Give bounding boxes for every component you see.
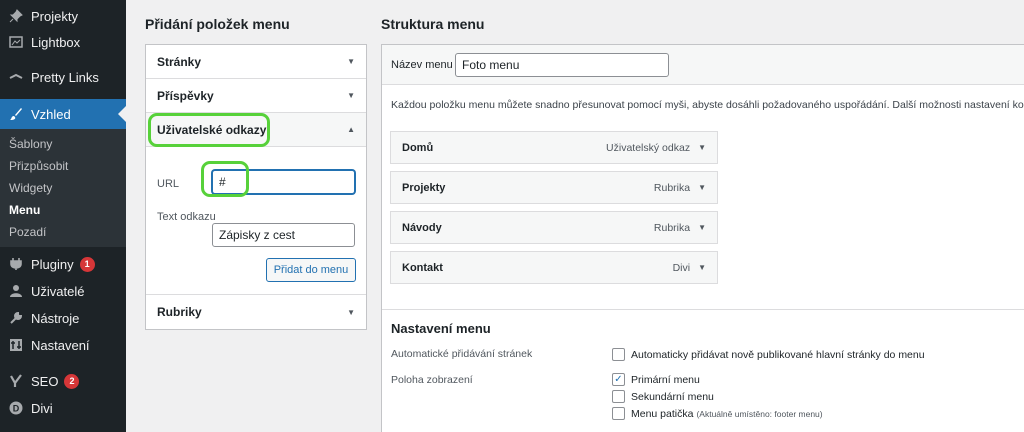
caret-up-icon: ▲ [347,125,355,134]
sidebar-item-label: Pretty Links [31,69,99,85]
accordion-rubriky[interactable]: Rubriky ▼ [146,295,366,329]
location-text: Sekundární menu [631,390,714,403]
yoast-icon [8,373,24,389]
sidebar-item-label: Lightbox [31,34,81,50]
sidebar-item-nastaveni[interactable]: Nastavení [0,332,126,358]
menu-name-input[interactable]: Foto menu [455,53,669,77]
sidebar-item-label: Divi [31,400,53,416]
submenu-prizpusobit[interactable]: Přizpůsobit [0,155,126,177]
sidebar-item-lightbox[interactable]: Lightbox [0,29,126,55]
accordion-title: Uživatelské odkazy [157,122,267,137]
submenu-menu[interactable]: Menu [0,199,126,221]
menu-item-projekty[interactable]: Projekty Rubrika ▼ [390,171,718,204]
sidebar-item-uzivatele[interactable]: Uživatelé [0,278,126,304]
menu-structure-heading: Struktura menu [381,16,485,32]
menu-structure-panel: Název menu Foto menu Každou položku menu… [381,44,1024,432]
menu-item-type: Uživatelský odkaz [606,141,691,154]
star-link-icon [8,69,24,85]
menu-items-accordion: Stránky ▼ Příspěvky ▼ Uživatelské odkazy… [145,44,367,330]
menu-item-title: Kontakt [402,261,443,274]
sidebar-item-projekty[interactable]: Projekty [0,3,126,29]
accordion-title: Rubriky [157,305,202,319]
caret-down-icon[interactable]: ▼ [698,183,706,192]
caret-down-icon[interactable]: ▼ [698,223,706,232]
auto-add-checkbox[interactable] [612,348,625,361]
accordion-title: Příspěvky [157,88,214,103]
update-count-badge: 1 [79,256,95,272]
location-primary[interactable]: ✓ Primární menu [612,373,700,386]
sidebar-item-label: Nastavení [31,337,90,353]
menu-settings-heading: Nastavení menu [391,321,491,336]
sidebar-submenu: Šablony Přizpůsobit Widgety Menu Pozadí [0,129,126,247]
location-label: Poloha zobrazení [391,374,473,386]
sidebar-item-label: Nástroje [31,310,80,326]
sidebar-item-label: Projekty [31,8,78,24]
sidebar-item-label: SEO [31,373,59,389]
sidebar-item-seo[interactable]: SEO 2 [0,368,126,394]
accordion-prispevky[interactable]: Příspěvky ▼ [146,79,366,113]
sidebar-item-divi[interactable]: D Divi [0,395,126,421]
submenu-sablony[interactable]: Šablony [0,133,126,155]
svg-text:D: D [13,404,20,414]
sidebar-item-label: Vzhled [31,106,71,122]
caret-down-icon: ▼ [347,57,355,66]
menu-item-type: Divi [672,261,691,274]
admin-sidebar: Projekty Lightbox Pretty Links Vzhled Ša… [0,0,126,432]
sidebar-item-label: Pluginy [31,256,74,272]
menu-item-type: Rubrika [653,221,691,234]
add-to-menu-button[interactable]: Přidat do menu [266,258,356,282]
brush-icon [8,106,24,122]
accordion-title: Stránky [157,54,202,69]
location-text: Primární menu [631,373,700,386]
user-icon [8,283,24,299]
caret-down-icon: ▼ [347,91,355,100]
menu-item-title: Projekty [402,181,446,194]
divi-icon: D [8,400,24,416]
sidebar-item-pretty-links[interactable]: Pretty Links [0,64,126,90]
submenu-widgety[interactable]: Widgety [0,177,126,199]
menu-item-kontakt[interactable]: Kontakt Divi ▼ [390,251,718,284]
menu-item-title: Domů [402,141,434,154]
add-menu-items-heading: Přidání položek menu [145,16,290,32]
caret-down-icon: ▼ [347,307,355,317]
auto-add-text: Automaticky přidávat nově publikované hl… [631,348,925,361]
link-text-label: Text odkazu [157,211,216,223]
auto-add-label: Automatické přidávání stránek [391,348,533,360]
accordion-uzivatelske-odkazy[interactable]: Uživatelské odkazy ▲ [146,113,366,147]
caret-down-icon[interactable]: ▼ [698,143,706,152]
primary-menu-checkbox[interactable]: ✓ [612,373,625,386]
section-divider [382,309,1024,310]
secondary-menu-checkbox[interactable] [612,390,625,403]
url-input[interactable]: # [212,170,355,194]
url-label: URL [157,178,180,190]
custom-links-panel: URL # Text odkazu Zápisky z cest Přidat … [146,147,366,295]
sidebar-item-vzhled[interactable]: Vzhled [0,99,126,129]
menu-item-title: Návody [402,221,442,234]
plug-icon [8,256,24,272]
wrench-icon [8,310,24,326]
menu-instructions: Každou položku menu můžete snadno přesun… [391,99,1024,111]
lightbox-icon [8,34,24,50]
menu-item-type: Rubrika [653,181,691,194]
settings-icon [8,337,24,353]
pin-icon [8,8,24,24]
accordion-stranky[interactable]: Stránky ▼ [146,45,366,79]
sidebar-item-pluginy[interactable]: Pluginy 1 [0,251,126,277]
location-text: Menu patička [631,407,694,420]
location-footer[interactable]: Menu patička (Aktuálně umístěno: footer … [612,407,823,420]
location-note: (Aktuálně umístěno: footer menu) [696,408,823,419]
link-text-input[interactable]: Zápisky z cest [212,223,355,247]
caret-down-icon[interactable]: ▼ [698,263,706,272]
menu-name-bar: Název menu Foto menu [382,45,1024,85]
sidebar-item-label: Uživatelé [31,283,85,299]
seo-count-badge: 2 [64,373,80,389]
menu-item-domu[interactable]: Domů Uživatelský odkaz ▼ [390,131,718,164]
submenu-pozadi[interactable]: Pozadí [0,221,126,243]
sidebar-item-nastroje[interactable]: Nástroje [0,305,126,331]
menu-item-navody[interactable]: Návody Rubrika ▼ [390,211,718,244]
location-secondary[interactable]: Sekundární menu [612,390,714,403]
footer-menu-checkbox[interactable] [612,407,625,420]
auto-add-option[interactable]: Automaticky přidávat nově publikované hl… [612,348,925,361]
menu-name-label: Název menu [391,59,453,71]
